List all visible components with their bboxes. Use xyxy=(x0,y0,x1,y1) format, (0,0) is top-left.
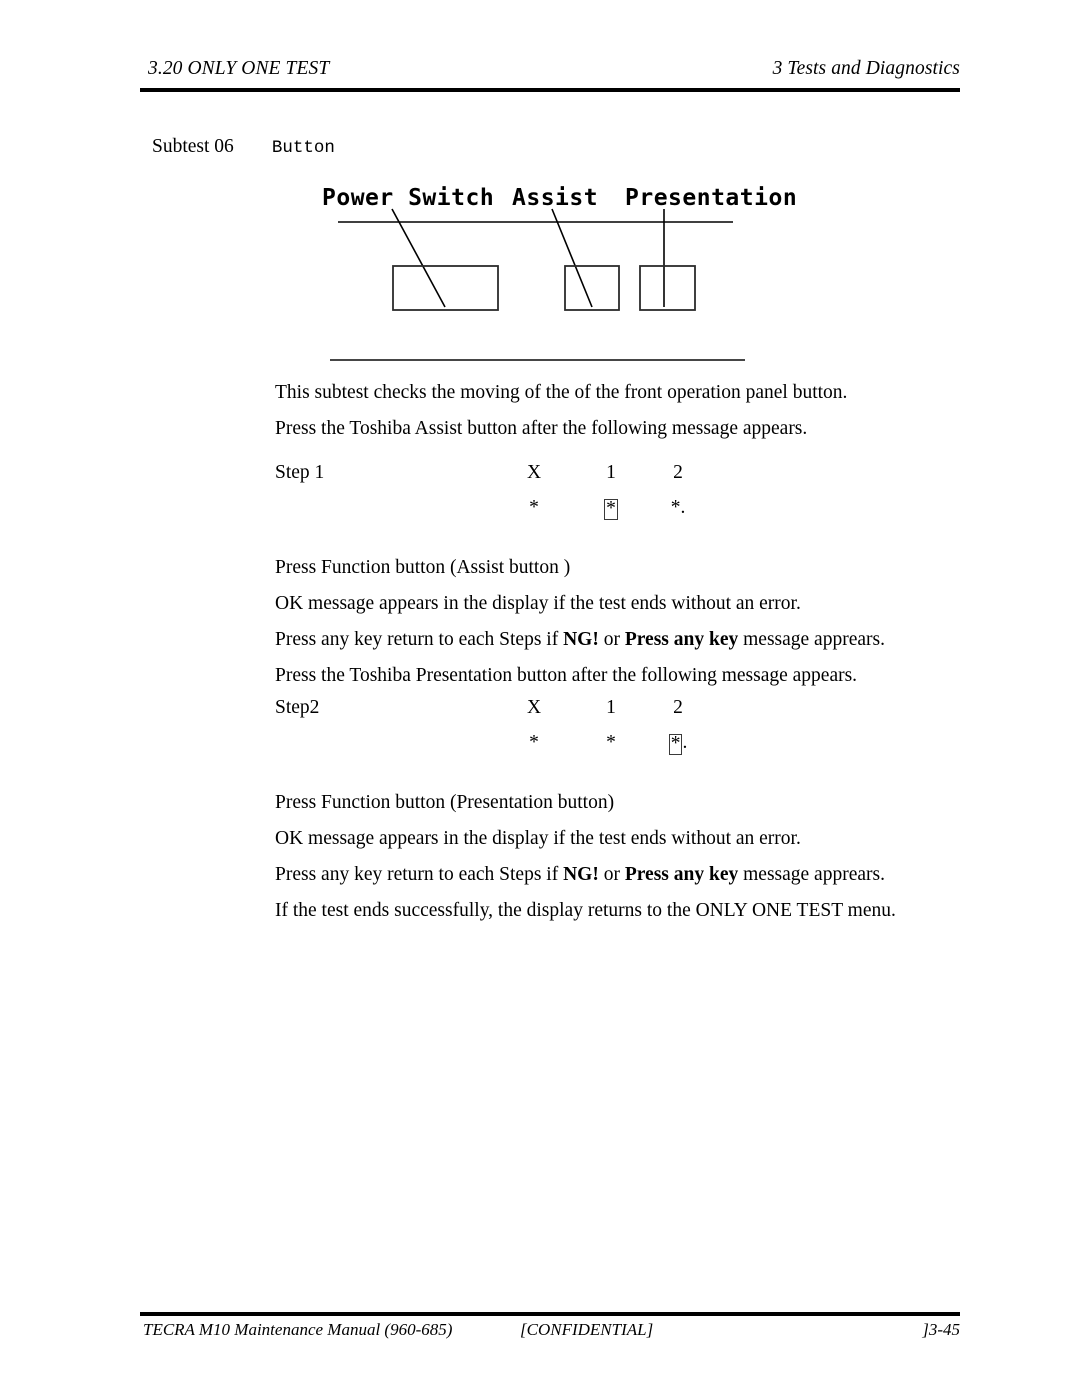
step2-star-2-boxed: *. xyxy=(667,732,689,755)
step1-highlight-box: * xyxy=(604,498,618,520)
paragraph-intro-2: Press the Toshiba Assist button after th… xyxy=(275,418,808,439)
step1-column-header-x: X xyxy=(526,462,542,483)
diagram-label-assist: Assist xyxy=(512,185,598,211)
step2-line3-ng: NG! xyxy=(563,864,599,885)
step2-line3-part-a: Press any key return to each Steps if xyxy=(275,864,564,885)
step1-star-2: *. xyxy=(667,497,689,519)
paragraph-intro-1: This subtest checks the moving of the of… xyxy=(275,382,848,403)
front-panel-button-diagram: Power Switch Assist Presentation xyxy=(300,165,800,370)
step1-column-header-1: 1 xyxy=(606,462,616,483)
step1-label: Step 1 xyxy=(275,462,325,483)
step2-line3-press-any-key: Press any key xyxy=(624,864,739,885)
footer-manual-title: TECRA M10 Maintenance Manual (960-685) xyxy=(143,1320,453,1339)
step2-column-header-1: 1 xyxy=(606,697,616,718)
step2-line3-part-b: or xyxy=(598,864,625,885)
diagram-box-presentation xyxy=(639,265,696,311)
step2-label: Step2 xyxy=(275,697,320,718)
step2-trailing-dot: . xyxy=(682,732,688,753)
diagram-label-presentation: Presentation xyxy=(625,185,797,211)
step1-line3-part-c: message apprears. xyxy=(738,629,885,650)
header-chapter-title: 3 Tests and Diagnostics xyxy=(772,58,960,79)
step2-star-1: * xyxy=(606,732,616,753)
diagram-box-power-switch xyxy=(392,265,499,311)
paragraph-step2-1: Press Function button (Presentation butt… xyxy=(275,792,615,813)
paragraph-step1-4: Press the Toshiba Presentation button af… xyxy=(275,665,858,686)
step1-line3-part-a: Press any key return to each Steps if xyxy=(275,629,564,650)
paragraph-step1-1: Press Function button (Assist button ) xyxy=(275,557,571,578)
paragraph-step2-4: If the test ends successfully, the displ… xyxy=(275,900,896,921)
subtest-heading: Subtest 06 Button xyxy=(152,136,335,162)
diagram-label-power-switch: Power Switch xyxy=(322,185,494,211)
page-footer: TECRA M10 Maintenance Manual (960-685) [… xyxy=(140,1320,960,1350)
step2-highlight-box: * xyxy=(668,733,683,755)
paragraph-step1-2: OK message appears in the display if the… xyxy=(275,593,801,614)
subtest-name-label: Button xyxy=(271,138,335,158)
step2-star-x: * xyxy=(529,732,539,753)
step2-line3-part-c: message apprears. xyxy=(738,864,885,885)
step1-line3-part-b: or xyxy=(598,629,625,650)
footer-confidential-mark: [CONFIDENTIAL] xyxy=(520,1320,654,1339)
step1-star-1-boxed: * xyxy=(600,497,622,520)
header-section-title: 3.20 ONLY ONE TEST xyxy=(148,58,330,79)
subtest-number-label: Subtest 06 xyxy=(152,136,234,157)
footer-divider-rule xyxy=(140,1312,960,1316)
step1-trailing-dot: . xyxy=(680,497,686,518)
step1-line3-ng: NG! xyxy=(563,629,599,650)
paragraph-step1-3: Press any key return to each Steps if NG… xyxy=(275,628,885,652)
step1-star-x: * xyxy=(529,497,539,518)
footer-page-number: ]3-45 xyxy=(922,1320,960,1339)
step1-column-header-2: 2 xyxy=(673,462,683,483)
step2-column-header-x: X xyxy=(526,697,542,718)
leader-line-power-switch xyxy=(391,208,446,308)
header-divider-rule xyxy=(140,88,960,92)
leader-line-assist xyxy=(551,208,593,308)
step1-star-2-glyph: * xyxy=(670,497,681,518)
paragraph-step2-2: OK message appears in the display if the… xyxy=(275,828,801,849)
step2-column-header-2: 2 xyxy=(673,697,683,718)
paragraph-step2-3: Press any key return to each Steps if NG… xyxy=(275,863,885,887)
step1-line3-press-any-key: Press any key xyxy=(624,629,739,650)
diagram-box-assist xyxy=(564,265,620,311)
